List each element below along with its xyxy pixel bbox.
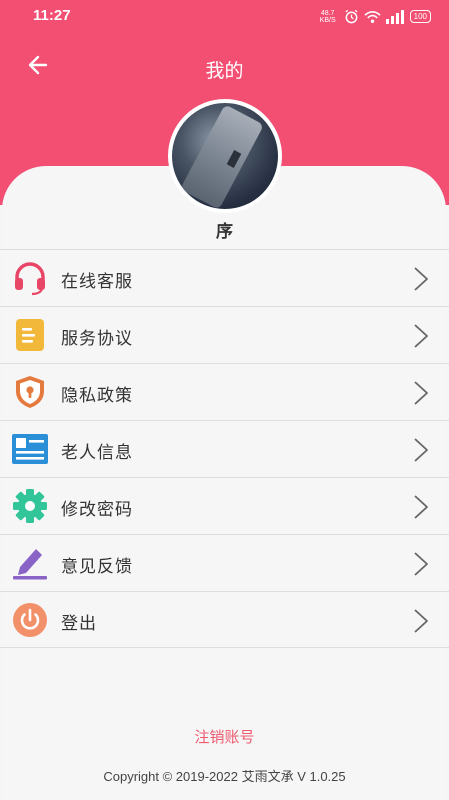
id-card-icon (12, 434, 48, 464)
cancel-account-link[interactable]: 注销账号 (0, 726, 449, 747)
document-icon (16, 319, 44, 351)
network-speed-unit: KB/S (319, 16, 336, 24)
username: 序 (216, 222, 233, 241)
status-bar: 11:27 48.7 KB/S 100 (0, 0, 449, 34)
page-title: 我的 (205, 61, 244, 82)
copyright-text: Copyright © 2019-2022 艾雨文承 V 1.0.25 (103, 769, 346, 784)
menu-item-feedback[interactable]: 意见反馈 (0, 534, 449, 591)
menu-item-label: 老人信息 (61, 443, 133, 462)
chevron-right-icon (414, 267, 428, 291)
menu-item-online-service[interactable]: 在线客服 (0, 249, 449, 306)
menu-item-label: 在线客服 (61, 272, 133, 291)
power-icon (13, 603, 47, 637)
menu-item-change-password[interactable]: 修改密码 (0, 477, 449, 534)
menu-item-label: 意见反馈 (61, 557, 133, 576)
menu-item-label: 登出 (61, 614, 97, 633)
avatar-ship-deck (180, 104, 264, 209)
network-speed-value: 48.7 (320, 9, 335, 17)
pen-icon (13, 549, 47, 580)
chevron-right-icon (414, 609, 428, 633)
menu-item-label: 隐私政策 (61, 386, 133, 405)
alarm-icon (345, 9, 358, 24)
menu-item-label: 修改密码 (61, 500, 133, 519)
headset-icon (15, 262, 45, 296)
chevron-right-icon (414, 324, 428, 348)
gear-icon (13, 489, 47, 523)
status-icons: 48.7 KB/S 100 (317, 9, 431, 24)
menu-item-label: 服务协议 (61, 329, 133, 348)
network-speed: 48.7 KB/S (317, 10, 339, 24)
signal-icon (385, 9, 404, 24)
profile-screen: 11:27 48.7 KB/S 100 我的 序 在线客服 服务协议 隐私政策 … (0, 0, 449, 800)
chevron-right-icon (414, 381, 428, 405)
avatar[interactable] (168, 99, 282, 213)
battery-indicator: 100 (409, 10, 431, 23)
menu-item-privacy-policy[interactable]: 隐私政策 (0, 363, 449, 420)
menu-list: 在线客服 服务协议 隐私政策 老人信息 修改密码 意见反馈 登出 (0, 249, 449, 648)
menu-item-service-agreement[interactable]: 服务协议 (0, 306, 449, 363)
chevron-right-icon (414, 552, 428, 576)
chevron-right-icon (414, 495, 428, 519)
status-time: 11:27 (33, 7, 71, 24)
chevron-right-icon (414, 438, 428, 462)
shield-lock-icon (16, 376, 44, 408)
wifi-icon (364, 10, 381, 23)
menu-item-logout[interactable]: 登出 (0, 591, 449, 648)
menu-item-elder-info[interactable]: 老人信息 (0, 420, 449, 477)
